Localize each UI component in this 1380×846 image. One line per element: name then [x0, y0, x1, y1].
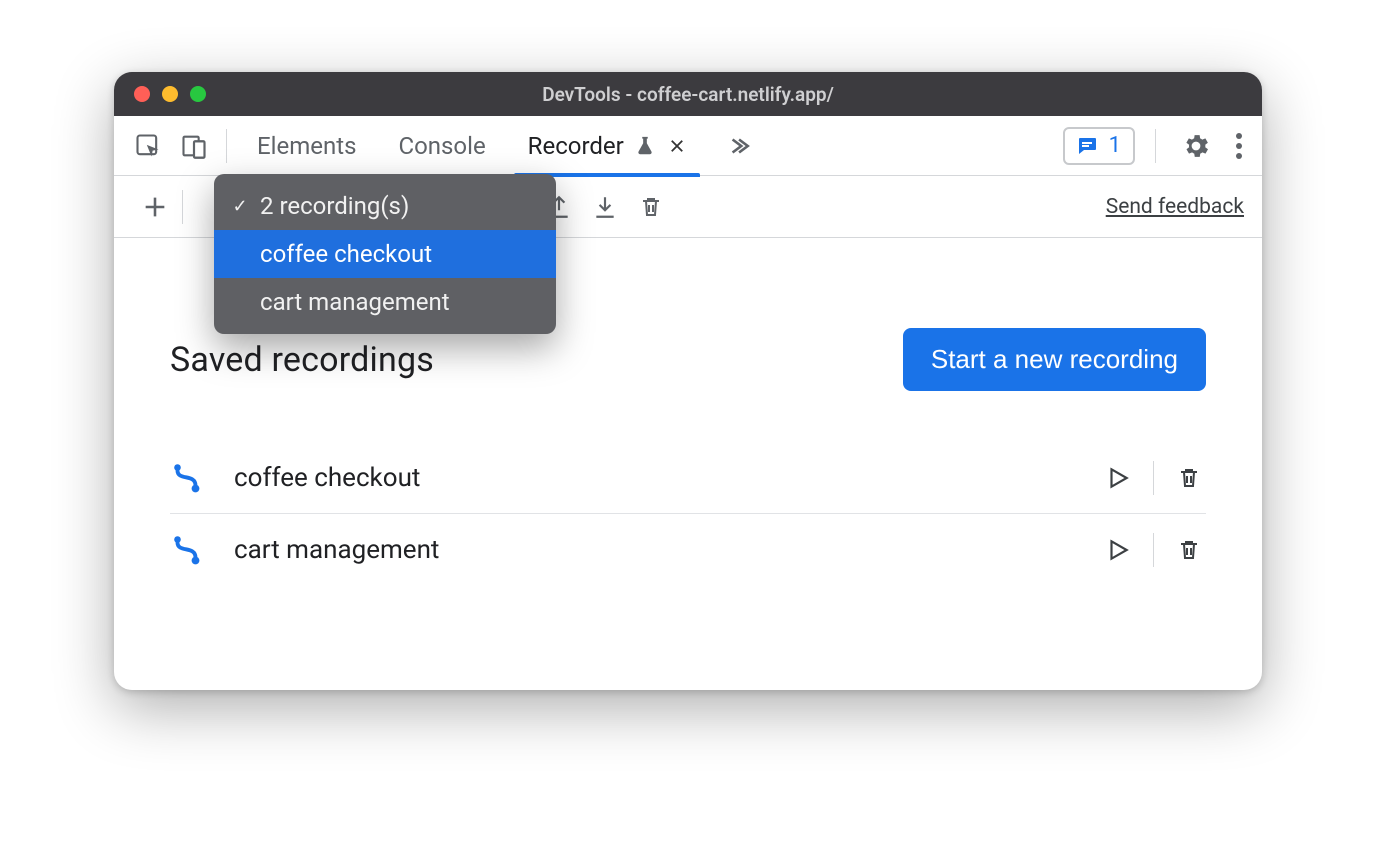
- close-tab-icon[interactable]: [666, 137, 686, 155]
- delete-recording-icon[interactable]: [1172, 533, 1206, 567]
- recording-name: cart management: [234, 535, 439, 565]
- tab-label: Recorder: [528, 132, 624, 160]
- settings-gear-icon[interactable]: [1176, 126, 1216, 166]
- issues-count: 1: [1109, 133, 1121, 158]
- inspect-element-icon[interactable]: [128, 126, 168, 166]
- dropdown-option[interactable]: cart management: [214, 278, 556, 326]
- flow-icon: [170, 532, 206, 568]
- separator: [1153, 461, 1154, 495]
- window-title: DevTools - coffee-cart.netlify.app/: [114, 83, 1262, 106]
- separator: [1153, 533, 1154, 567]
- dropdown-option-label: coffee checkout: [260, 240, 432, 268]
- window-zoom-button[interactable]: [190, 86, 206, 102]
- start-new-recording-button[interactable]: Start a new recording: [903, 328, 1206, 391]
- more-tabs-icon[interactable]: [718, 126, 758, 166]
- separator: [182, 190, 183, 224]
- separator: [1155, 129, 1156, 163]
- separator: [226, 129, 227, 163]
- dropdown-summary-label: 2 recording(s): [260, 192, 409, 220]
- tab-elements[interactable]: Elements: [239, 116, 374, 176]
- devtools-tabstrip: Elements Console Recorder: [114, 116, 1262, 176]
- delete-recording-icon[interactable]: [1172, 461, 1206, 495]
- devtools-window: DevTools - coffee-cart.netlify.app/ Elem…: [114, 72, 1262, 690]
- dropdown-option-label: cart management: [260, 288, 450, 316]
- window-minimize-button[interactable]: [162, 86, 178, 102]
- experiment-flask-icon: [634, 135, 656, 157]
- import-icon[interactable]: [582, 184, 628, 230]
- recording-row[interactable]: coffee checkout: [170, 441, 1206, 513]
- tab-console[interactable]: Console: [380, 116, 503, 176]
- tab-label: Elements: [257, 132, 356, 160]
- dropdown-summary-item[interactable]: 2 recording(s): [214, 182, 556, 230]
- play-recording-icon[interactable]: [1101, 461, 1135, 495]
- window-close-button[interactable]: [134, 86, 150, 102]
- page-heading: Saved recordings: [170, 340, 434, 380]
- tab-label: Console: [398, 132, 485, 160]
- kebab-menu-icon[interactable]: [1230, 133, 1248, 159]
- tab-recorder[interactable]: Recorder: [510, 116, 704, 176]
- delete-icon[interactable]: [628, 184, 674, 230]
- new-recording-icon[interactable]: [132, 184, 178, 230]
- chat-icon: [1075, 134, 1099, 158]
- dropdown-option[interactable]: coffee checkout: [214, 230, 556, 278]
- flow-icon: [170, 460, 206, 496]
- issues-button[interactable]: 1: [1063, 127, 1135, 165]
- play-recording-icon[interactable]: [1101, 533, 1135, 567]
- check-icon: [230, 196, 250, 217]
- send-feedback-link[interactable]: Send feedback: [1106, 195, 1244, 219]
- recording-row[interactable]: cart management: [170, 513, 1206, 585]
- recording-dropdown-menu: 2 recording(s) coffee checkout cart mana…: [214, 174, 556, 334]
- titlebar: DevTools - coffee-cart.netlify.app/: [114, 72, 1262, 116]
- device-toolbar-icon[interactable]: [174, 126, 214, 166]
- recording-name: coffee checkout: [234, 463, 420, 493]
